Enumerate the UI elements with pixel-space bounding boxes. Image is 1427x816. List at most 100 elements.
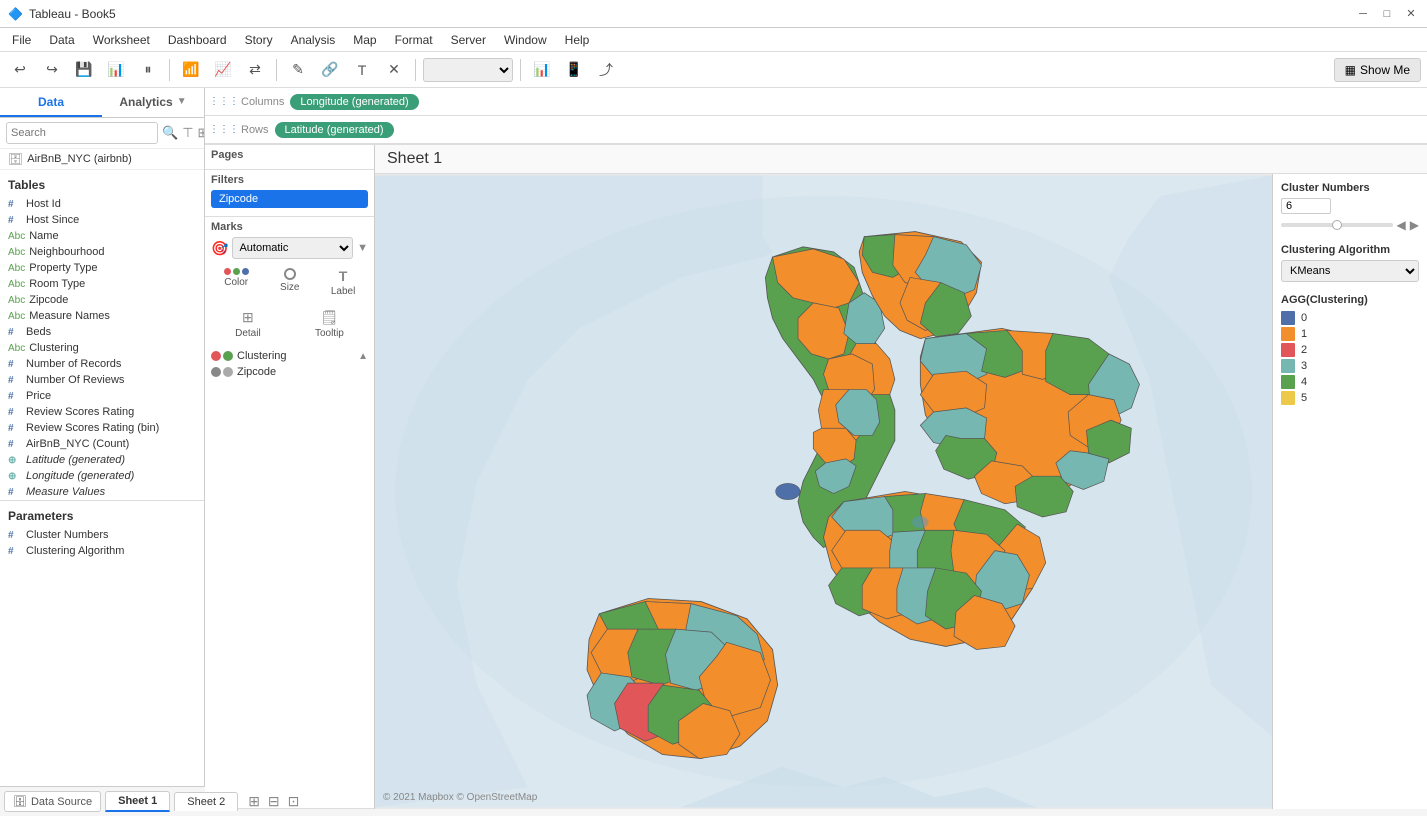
datasource-tab-label: Data Source — [31, 796, 92, 808]
algorithm-select[interactable]: KMeans — [1281, 260, 1419, 282]
marks-tooltip-btn[interactable]: 🗒 Tooltip — [312, 306, 347, 342]
menu-story[interactable]: Story — [237, 31, 281, 49]
sheet-tab-1[interactable]: Sheet 1 — [105, 791, 170, 812]
layout-icon[interactable]: ⊞ — [198, 125, 205, 141]
window-title: Tableau - Book5 — [29, 7, 116, 21]
marks-detail-icon: ⊞ — [242, 309, 254, 326]
field-item-18[interactable]: # Measure Values — [0, 484, 204, 500]
legend-color-row-5: 5 — [1281, 390, 1419, 406]
field-item-7[interactable]: Abc Measure Names — [0, 308, 204, 324]
toolbar-swap[interactable]: ⇄ — [241, 56, 269, 84]
field-item-14[interactable]: # Review Scores Rating (bin) — [0, 420, 204, 436]
field-item-3[interactable]: Abc Neighbourhood — [0, 244, 204, 260]
rows-pill[interactable]: Latitude (generated) — [275, 122, 394, 138]
field-item-9[interactable]: Abc Clustering — [0, 340, 204, 356]
field-item-2[interactable]: Abc Name — [0, 228, 204, 244]
field-item-6[interactable]: Abc Zipcode — [0, 292, 204, 308]
toolbar-share[interactable]: ⤴ — [592, 56, 620, 84]
marks-detail-btn[interactable]: ⊞ Detail — [232, 306, 264, 342]
field-label-16: Latitude (generated) — [26, 454, 125, 466]
param-item-1[interactable]: # Clustering Algorithm — [0, 543, 204, 559]
marks-field-clustering[interactable]: Clustering ▲ — [211, 348, 368, 364]
cluster-slider-thumb[interactable] — [1332, 220, 1342, 230]
menu-help[interactable]: Help — [557, 31, 598, 49]
toolbar-link[interactable]: 🔗 — [316, 56, 344, 84]
param-item-0[interactable]: # Cluster Numbers — [0, 527, 204, 543]
new-story-icon[interactable]: ⊡ — [286, 791, 302, 812]
toolbar-device[interactable]: 📱 — [560, 56, 588, 84]
legend-swatch-4 — [1281, 375, 1295, 389]
columns-pill[interactable]: Longitude (generated) — [290, 94, 418, 110]
filter-zipcode[interactable]: Zipcode — [211, 190, 368, 208]
new-dashboard-icon[interactable]: ⊟ — [266, 791, 282, 812]
marks-size-btn[interactable]: Size — [277, 265, 302, 300]
field-item-12[interactable]: # Price — [0, 388, 204, 404]
filter-icon[interactable]: ⊤ — [182, 125, 193, 141]
toolbar-font-select[interactable] — [423, 58, 513, 82]
legend-color-row-1: 1 — [1281, 326, 1419, 342]
search-icon[interactable]: 🔍 — [162, 125, 178, 141]
field-item-15[interactable]: # AirBnB_NYC (Count) — [0, 436, 204, 452]
slider-left-btn[interactable]: ◀ — [1397, 218, 1406, 232]
field-label-2: Name — [29, 230, 58, 242]
field-item-17[interactable]: ⊕ Longitude (generated) — [0, 468, 204, 484]
toolbar-bar[interactable]: 📶 — [177, 56, 205, 84]
menu-dashboard[interactable]: Dashboard — [160, 31, 235, 49]
field-item-0[interactable]: # Host Id — [0, 196, 204, 212]
marks-label-btn[interactable]: T Label — [328, 265, 358, 300]
field-item-8[interactable]: # Beds — [0, 324, 204, 340]
cluster-numbers-input[interactable] — [1281, 198, 1331, 214]
menu-worksheet[interactable]: Worksheet — [85, 31, 158, 49]
field-item-13[interactable]: # Review Scores Rating — [0, 404, 204, 420]
datasource-tab[interactable]: 🗄 Data Source — [4, 791, 101, 812]
menu-server[interactable]: Server — [443, 31, 494, 49]
field-item-10[interactable]: # Number of Records — [0, 356, 204, 372]
marks-field-zipcode[interactable]: Zipcode — [211, 364, 368, 380]
marks-type-icon: 🎯 — [211, 240, 228, 257]
cluster-slider-track[interactable] — [1281, 223, 1393, 227]
field-item-16[interactable]: ⊕ Latitude (generated) — [0, 452, 204, 468]
tab-analytics[interactable]: Analytics ▼ — [102, 88, 204, 117]
menu-analysis[interactable]: Analysis — [283, 31, 344, 49]
toolbar-chart[interactable]: 📈 — [209, 56, 237, 84]
marks-select-arrow: ▼ — [357, 242, 368, 254]
toolbar-redo[interactable]: ↪ — [38, 56, 66, 84]
show-me-button[interactable]: ▦ Show Me — [1334, 58, 1421, 82]
field-item-4[interactable]: Abc Property Type — [0, 260, 204, 276]
menu-map[interactable]: Map — [345, 31, 384, 49]
toolbar-chart2[interactable]: 📊 — [528, 56, 556, 84]
shelves: ⋮⋮⋮ Columns Longitude (generated) ⋮⋮⋮ Ro… — [205, 88, 1427, 145]
toolbar-pause[interactable]: ⏸ — [134, 56, 162, 84]
field-item-5[interactable]: Abc Room Type — [0, 276, 204, 292]
field-item-11[interactable]: # Number Of Reviews — [0, 372, 204, 388]
field-label-7: Measure Names — [29, 310, 110, 322]
tab-data[interactable]: Data — [0, 88, 102, 117]
toolbar-new-datasource[interactable]: 📊 — [102, 56, 130, 84]
main-content: Pages Filters Zipcode Marks 🎯 Automatic — [205, 145, 1427, 809]
field-icon-10: # — [8, 359, 22, 370]
toolbar-clear[interactable]: ✕ — [380, 56, 408, 84]
slider-right-btn[interactable]: ▶ — [1410, 218, 1419, 232]
cluster-numbers-section: Cluster Numbers ◀ ▶ — [1281, 182, 1419, 232]
menu-data[interactable]: Data — [41, 31, 82, 49]
field-item-1[interactable]: # Host Since — [0, 212, 204, 228]
maximize-button[interactable]: □ — [1379, 6, 1395, 22]
legend-swatch-3 — [1281, 359, 1295, 373]
sheet-tab-2[interactable]: Sheet 2 — [174, 792, 238, 811]
toolbar-highlight[interactable]: ✎ — [284, 56, 312, 84]
new-worksheet-icon[interactable]: ⊞ — [246, 791, 262, 812]
search-input[interactable] — [6, 122, 158, 144]
menu-window[interactable]: Window — [496, 31, 555, 49]
toolbar-save[interactable]: 💾 — [70, 56, 98, 84]
marks-type-select[interactable]: Automatic — [232, 237, 353, 259]
close-button[interactable]: ✕ — [1403, 6, 1419, 22]
toolbar-undo[interactable]: ↩ — [6, 56, 34, 84]
toolbar-label[interactable]: T — [348, 56, 376, 84]
field-icon-6: Abc — [8, 295, 25, 306]
minimize-button[interactable]: ─ — [1355, 6, 1371, 22]
menu-file[interactable]: File — [4, 31, 39, 49]
param-icon-1: # — [8, 546, 22, 557]
menu-format[interactable]: Format — [387, 31, 441, 49]
marks-color-btn[interactable]: Color — [221, 265, 252, 300]
legend-label-0: 0 — [1301, 312, 1307, 324]
